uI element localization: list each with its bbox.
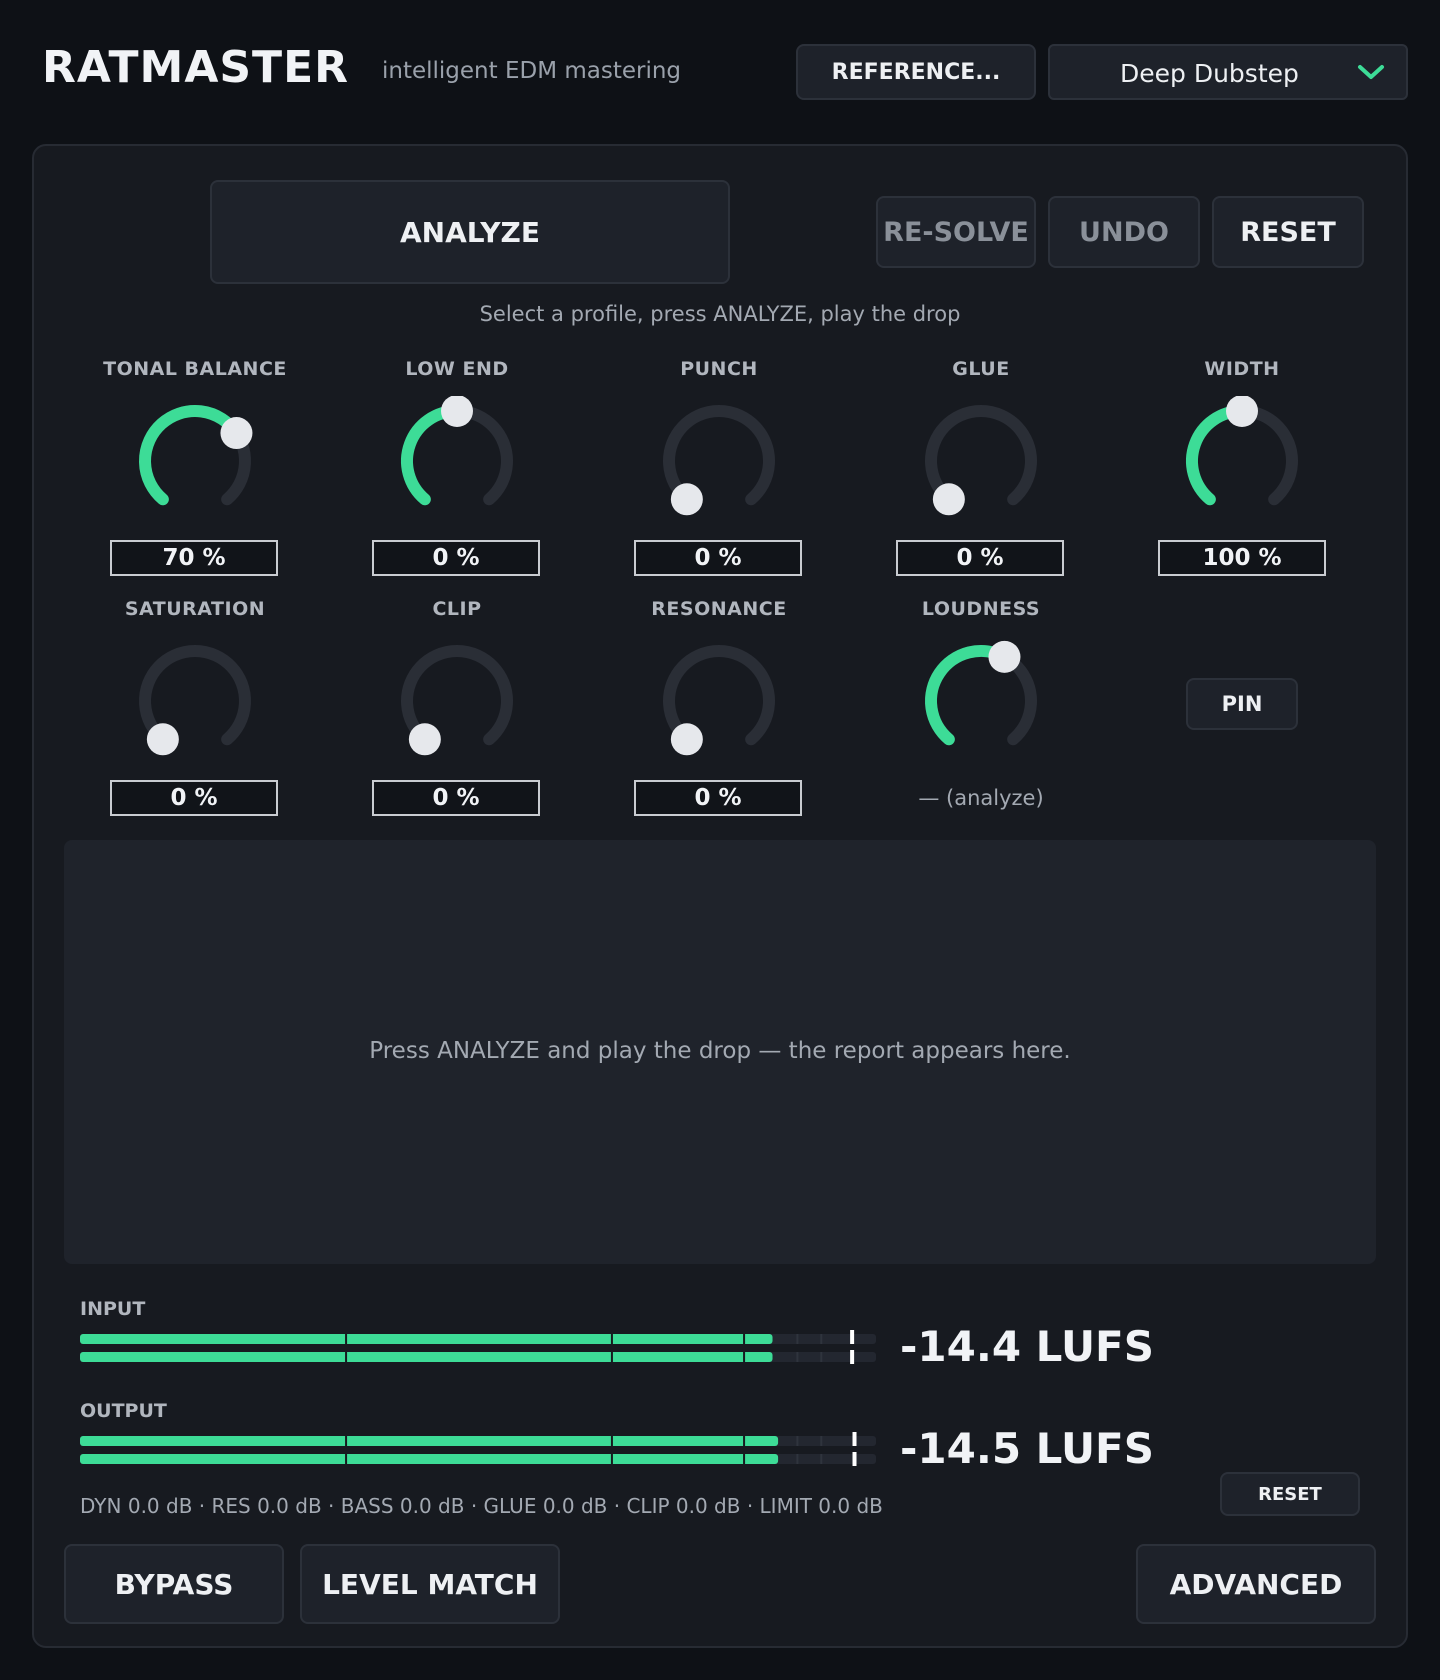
meter-tick	[796, 1454, 799, 1464]
reference-button[interactable]: REFERENCE...	[796, 44, 1036, 100]
meter-tick	[796, 1334, 799, 1344]
meter-tick	[610, 1352, 613, 1362]
meter-tick	[820, 1436, 823, 1446]
meter-tick	[820, 1352, 823, 1362]
knob-handle[interactable]	[670, 483, 703, 516]
knob-label-clip: CLIP	[432, 598, 482, 620]
meter-fill	[80, 1454, 779, 1464]
meter-tick	[345, 1352, 348, 1362]
knob-value-resonance[interactable]: 0 %	[634, 780, 802, 816]
meter-fill	[80, 1352, 773, 1362]
app-subtitle: intelligent EDM mastering	[382, 58, 682, 84]
bypass-button[interactable]: BYPASS	[64, 1544, 284, 1624]
analyze-button[interactable]: ANALYZE	[210, 180, 730, 284]
meter-fill	[80, 1436, 779, 1446]
report-placeholder: Press ANALYZE and play the drop — the re…	[369, 1038, 1071, 1064]
meter-tick	[345, 1436, 348, 1446]
knob-glue[interactable]	[916, 396, 1046, 526]
knob-label-resonance: RESONANCE	[651, 598, 787, 620]
knob-label-low-end: LOW END	[405, 358, 509, 380]
knob-label-loudness: LOUDNESS	[921, 598, 1041, 620]
output-meter-label: OUTPUT	[80, 1400, 167, 1422]
knob-label-tonal-balance: TONAL BALANCE	[103, 358, 287, 380]
knob-handle[interactable]	[220, 417, 253, 450]
meter-tick	[820, 1454, 823, 1464]
meter-reset-button[interactable]: RESET	[1220, 1472, 1360, 1516]
meter-peak-marker	[852, 1452, 857, 1466]
loudness-value: — (analyze)	[918, 786, 1044, 810]
knob-resonance[interactable]	[654, 636, 784, 766]
knob-punch[interactable]	[654, 396, 784, 526]
meter-tick	[743, 1436, 746, 1446]
knob-value-low-end[interactable]: 0 %	[372, 540, 540, 576]
meter-tick	[610, 1454, 613, 1464]
knob-value-arc	[139, 405, 243, 506]
knob-clip[interactable]	[392, 636, 522, 766]
input-meter	[80, 1330, 876, 1364]
knob-label-glue: GLUE	[952, 358, 1010, 380]
knob-value-clip[interactable]: 0 %	[372, 780, 540, 816]
report-area: Press ANALYZE and play the drop — the re…	[64, 840, 1376, 1264]
chevron-down-icon	[1358, 65, 1384, 79]
advanced-button[interactable]: ADVANCED	[1136, 1544, 1376, 1624]
meter-tick	[610, 1436, 613, 1446]
knob-loudness[interactable]	[916, 636, 1046, 766]
knob-value-punch[interactable]: 0 %	[634, 540, 802, 576]
meter-tick	[345, 1454, 348, 1464]
knob-saturation[interactable]	[130, 636, 260, 766]
reset-button[interactable]: RESET	[1212, 196, 1364, 268]
meter-tick	[345, 1334, 348, 1344]
input-lufs-readout: -14.4 LUFS	[900, 1322, 1154, 1371]
knob-handle[interactable]	[441, 396, 473, 427]
gain-reduction-stats: DYN 0.0 dB · RES 0.0 dB · BASS 0.0 dB · …	[80, 1494, 883, 1518]
meter-tick	[743, 1352, 746, 1362]
meter-tick	[796, 1352, 799, 1362]
knob-handle[interactable]	[988, 640, 1021, 673]
knob-handle[interactable]	[932, 483, 965, 516]
knob-value-saturation[interactable]: 0 %	[110, 780, 278, 816]
meter-tick	[610, 1334, 613, 1344]
meter-peak-marker	[850, 1350, 855, 1364]
output-meter	[80, 1432, 876, 1466]
knob-handle[interactable]	[1226, 396, 1258, 427]
level-match-button[interactable]: LEVEL MATCH	[300, 1544, 560, 1624]
input-meter-label: INPUT	[80, 1298, 146, 1320]
meter-tick	[743, 1454, 746, 1464]
app-title: RATMASTER	[42, 42, 350, 93]
preset-dropdown[interactable]: Deep Dubstep	[1048, 44, 1408, 100]
resolve-button[interactable]: RE-SOLVE	[876, 196, 1036, 268]
knob-handle[interactable]	[408, 723, 441, 756]
knob-label-saturation: SATURATION	[124, 598, 266, 620]
pin-button[interactable]: PIN	[1186, 678, 1298, 730]
instruction-hint: Select a profile, press ANALYZE, play th…	[479, 302, 961, 326]
knob-value-glue[interactable]: 0 %	[896, 540, 1064, 576]
knob-tonal-balance[interactable]	[130, 396, 260, 526]
knob-value-width[interactable]: 100 %	[1158, 540, 1326, 576]
knob-label-width: WIDTH	[1204, 358, 1280, 380]
meter-tick	[796, 1436, 799, 1446]
preset-value: Deep Dubstep	[1120, 59, 1299, 88]
output-lufs-readout: -14.5 LUFS	[900, 1424, 1154, 1473]
knob-handle[interactable]	[670, 723, 703, 756]
knob-width[interactable]	[1177, 396, 1307, 526]
knob-handle[interactable]	[146, 723, 179, 756]
meter-tick	[820, 1334, 823, 1344]
knob-low-end[interactable]	[392, 396, 522, 526]
undo-button[interactable]: UNDO	[1048, 196, 1200, 268]
knob-value-tonal-balance[interactable]: 70 %	[110, 540, 278, 576]
meter-tick	[743, 1334, 746, 1344]
meter-peak-marker	[852, 1432, 857, 1446]
knob-label-punch: PUNCH	[680, 358, 758, 380]
meter-fill	[80, 1334, 773, 1344]
meter-peak-marker	[850, 1330, 855, 1344]
